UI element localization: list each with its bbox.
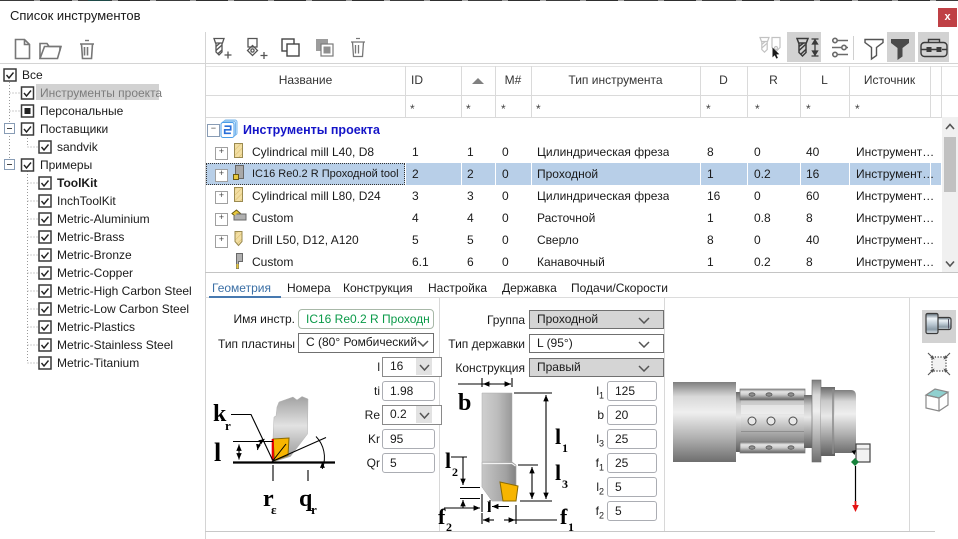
svg-text:r: r: [225, 418, 231, 433]
svg-text:l: l: [445, 448, 451, 473]
svg-text:r: r: [311, 502, 317, 517]
svg-text:2: 2: [452, 465, 458, 479]
svg-text:f: f: [560, 504, 568, 529]
svg-text:b: b: [458, 390, 471, 416]
svg-text:1: 1: [562, 441, 568, 455]
svg-text:3: 3: [562, 477, 568, 491]
svg-text:f: f: [438, 504, 446, 529]
svg-text:1: 1: [568, 520, 574, 531]
svg-text:l: l: [555, 424, 561, 449]
svg-text:l: l: [214, 438, 221, 467]
svg-text:ε: ε: [271, 502, 277, 517]
svg-text:l: l: [555, 460, 561, 485]
svg-text:l: l: [487, 500, 491, 516]
svg-text:2: 2: [446, 520, 452, 531]
